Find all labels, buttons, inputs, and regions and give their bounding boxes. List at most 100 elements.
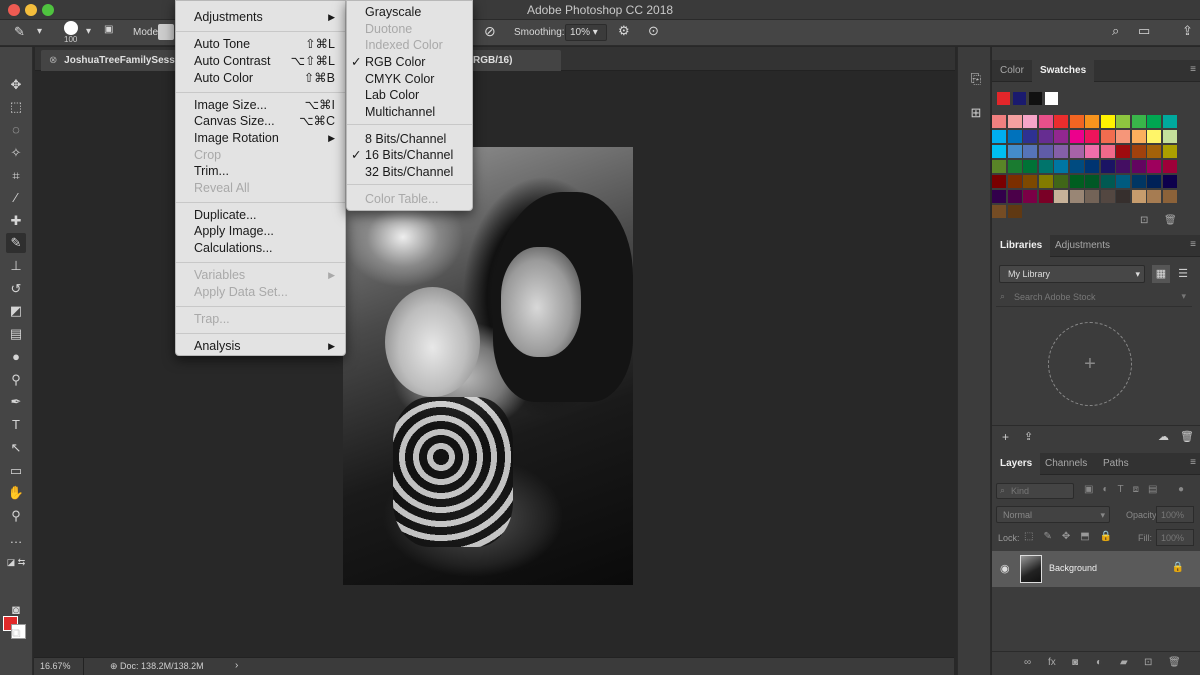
gear-icon[interactable]: ⚙ bbox=[618, 23, 630, 39]
zoom-tool-icon[interactable]: ⚲ bbox=[6, 506, 26, 526]
marquee-tool-icon[interactable]: ⬚ bbox=[6, 97, 26, 117]
swatch[interactable] bbox=[1162, 115, 1178, 129]
swatch[interactable] bbox=[1069, 175, 1085, 189]
swatch[interactable] bbox=[1038, 160, 1054, 174]
healing-brush-tool-icon[interactable]: ✚ bbox=[6, 211, 26, 231]
mask-icon[interactable]: ◙ bbox=[1072, 657, 1078, 668]
swatch[interactable] bbox=[997, 92, 1011, 106]
rectangle-tool-icon[interactable]: ▭ bbox=[6, 461, 26, 481]
lock-icons[interactable]: ⬚✎✥⬒🔒 bbox=[1024, 531, 1122, 542]
menu-item-apply-image[interactable]: Apply Image... bbox=[176, 223, 345, 239]
menu-item-cmyk-color[interactable]: CMYK Color bbox=[347, 71, 472, 87]
trash-icon[interactable]: 🗑 bbox=[1168, 657, 1181, 668]
menu-item-trim[interactable]: Trim... bbox=[176, 163, 345, 179]
swatch[interactable] bbox=[1045, 92, 1059, 106]
list-view-icon[interactable]: ☰ bbox=[1174, 265, 1192, 283]
opacity-input[interactable]: 100% bbox=[1156, 506, 1194, 523]
panel-menu-icon[interactable]: ≡ bbox=[1190, 239, 1196, 250]
swatch[interactable] bbox=[1116, 190, 1131, 204]
swatch[interactable] bbox=[992, 175, 1007, 189]
swatch[interactable] bbox=[1013, 92, 1027, 106]
swatch[interactable] bbox=[1054, 115, 1069, 129]
swatch[interactable] bbox=[1085, 130, 1100, 144]
swatch[interactable] bbox=[1100, 190, 1116, 204]
fx-icon[interactable]: fx bbox=[1048, 657, 1056, 668]
swatch[interactable] bbox=[1038, 190, 1054, 204]
brush-preset-picker[interactable] bbox=[64, 21, 78, 35]
menu-item-duplicate[interactable]: Duplicate... bbox=[176, 207, 345, 223]
tab-libraries[interactable]: Libraries bbox=[992, 235, 1051, 257]
eyedropper-tool-icon[interactable]: ⁄ bbox=[6, 188, 26, 208]
tab-paths[interactable]: Paths bbox=[1095, 453, 1137, 475]
menu-item-adjustments[interactable]: Adjustments ▶ bbox=[176, 9, 345, 25]
crop-tool-icon[interactable]: ⌗ bbox=[6, 166, 26, 186]
swatch[interactable] bbox=[1007, 205, 1023, 219]
swatch[interactable] bbox=[992, 115, 1007, 129]
swatch[interactable] bbox=[1116, 160, 1131, 174]
new-swatch-icon[interactable]: ⊡ bbox=[1140, 215, 1148, 226]
more-tools-icon[interactable]: … bbox=[6, 529, 26, 549]
document-image[interactable] bbox=[343, 147, 633, 585]
pen-tool-icon[interactable]: ✒ bbox=[6, 392, 26, 412]
swatch[interactable] bbox=[1007, 175, 1023, 189]
swatch[interactable] bbox=[1054, 145, 1069, 159]
swatch[interactable] bbox=[1085, 115, 1100, 129]
swatch[interactable] bbox=[992, 205, 1007, 219]
swatch[interactable] bbox=[1069, 130, 1085, 144]
add-icon[interactable]: + bbox=[1002, 430, 1009, 444]
default-colors-icon[interactable]: ◪ ⇆ bbox=[6, 552, 26, 572]
fill-input[interactable]: 100% bbox=[1156, 529, 1194, 546]
menu-item-16-bits-channel[interactable]: ✓ 16 Bits/Channel bbox=[347, 147, 472, 163]
swatch[interactable] bbox=[1038, 175, 1054, 189]
swatch[interactable] bbox=[1069, 190, 1085, 204]
swatch[interactable] bbox=[1023, 130, 1038, 144]
upload-icon[interactable]: ⇪ bbox=[1024, 430, 1033, 443]
swatch[interactable] bbox=[1147, 175, 1162, 189]
swatch[interactable] bbox=[1100, 160, 1116, 174]
menu-item-multichannel[interactable]: Multichannel bbox=[347, 104, 472, 120]
clone-stamp-tool-icon[interactable]: ⊥ bbox=[6, 256, 26, 276]
swatch[interactable] bbox=[1054, 175, 1069, 189]
layer-filter-select[interactable]: ⌕ Kind bbox=[996, 483, 1074, 499]
blend-mode-select[interactable]: Normal ▾ bbox=[996, 506, 1110, 523]
menu-item-8-bits-channel[interactable]: 8 Bits/Channel bbox=[347, 131, 472, 147]
menu-item-grayscale[interactable]: Grayscale bbox=[347, 4, 472, 20]
tab-color[interactable]: Color bbox=[992, 60, 1032, 82]
folder-icon[interactable]: ▰ bbox=[1120, 657, 1128, 668]
library-select[interactable]: My Library ▾ bbox=[999, 265, 1145, 283]
swatch[interactable] bbox=[992, 160, 1007, 174]
swatch[interactable] bbox=[1029, 92, 1043, 106]
swatch[interactable] bbox=[992, 130, 1007, 144]
type-tool-icon[interactable]: T bbox=[6, 415, 26, 435]
swatch[interactable] bbox=[1007, 160, 1023, 174]
workspace-icon[interactable]: ▭ bbox=[1138, 23, 1150, 39]
dodge-tool-icon[interactable]: ⚲ bbox=[6, 370, 26, 390]
tab-adjustments[interactable]: Adjustments bbox=[1047, 235, 1118, 257]
swatch[interactable] bbox=[1116, 130, 1131, 144]
chevron-right-icon[interactable]: › bbox=[235, 660, 238, 671]
swatch[interactable] bbox=[1131, 115, 1147, 129]
swatch[interactable] bbox=[1007, 190, 1023, 204]
brush-tool-icon[interactable]: ✎ bbox=[6, 233, 26, 253]
swatch[interactable] bbox=[1147, 145, 1162, 159]
cloud-sync-icon[interactable]: ☁ bbox=[1158, 430, 1169, 443]
swatch[interactable] bbox=[992, 145, 1007, 159]
swatch[interactable] bbox=[992, 190, 1007, 204]
panel-menu-icon[interactable]: ≡ bbox=[1190, 64, 1196, 75]
grid-view-icon[interactable]: ▦ bbox=[1152, 265, 1170, 283]
menu-item-image-size[interactable]: Image Size... ⌥⌘I bbox=[176, 97, 345, 113]
swatch[interactable] bbox=[1054, 130, 1069, 144]
panel-menu-icon[interactable]: ≡ bbox=[1190, 457, 1196, 468]
swatch[interactable] bbox=[1007, 130, 1023, 144]
swatch[interactable] bbox=[1100, 175, 1116, 189]
tab-layers[interactable]: Layers bbox=[992, 453, 1041, 475]
menu-item-auto-tone[interactable]: Auto Tone ⇧⌘L bbox=[176, 36, 345, 52]
swatch[interactable] bbox=[1116, 145, 1131, 159]
eraser-tool-icon[interactable]: ◩ bbox=[6, 301, 26, 321]
swatch[interactable] bbox=[1023, 115, 1038, 129]
layer-row[interactable]: ◉ Background 🔒 bbox=[992, 551, 1200, 587]
swatch[interactable] bbox=[1131, 145, 1147, 159]
swatch[interactable] bbox=[1131, 130, 1147, 144]
menu-item-auto-color[interactable]: Auto Color ⇧⌘B bbox=[176, 70, 345, 86]
swatch[interactable] bbox=[1023, 160, 1038, 174]
